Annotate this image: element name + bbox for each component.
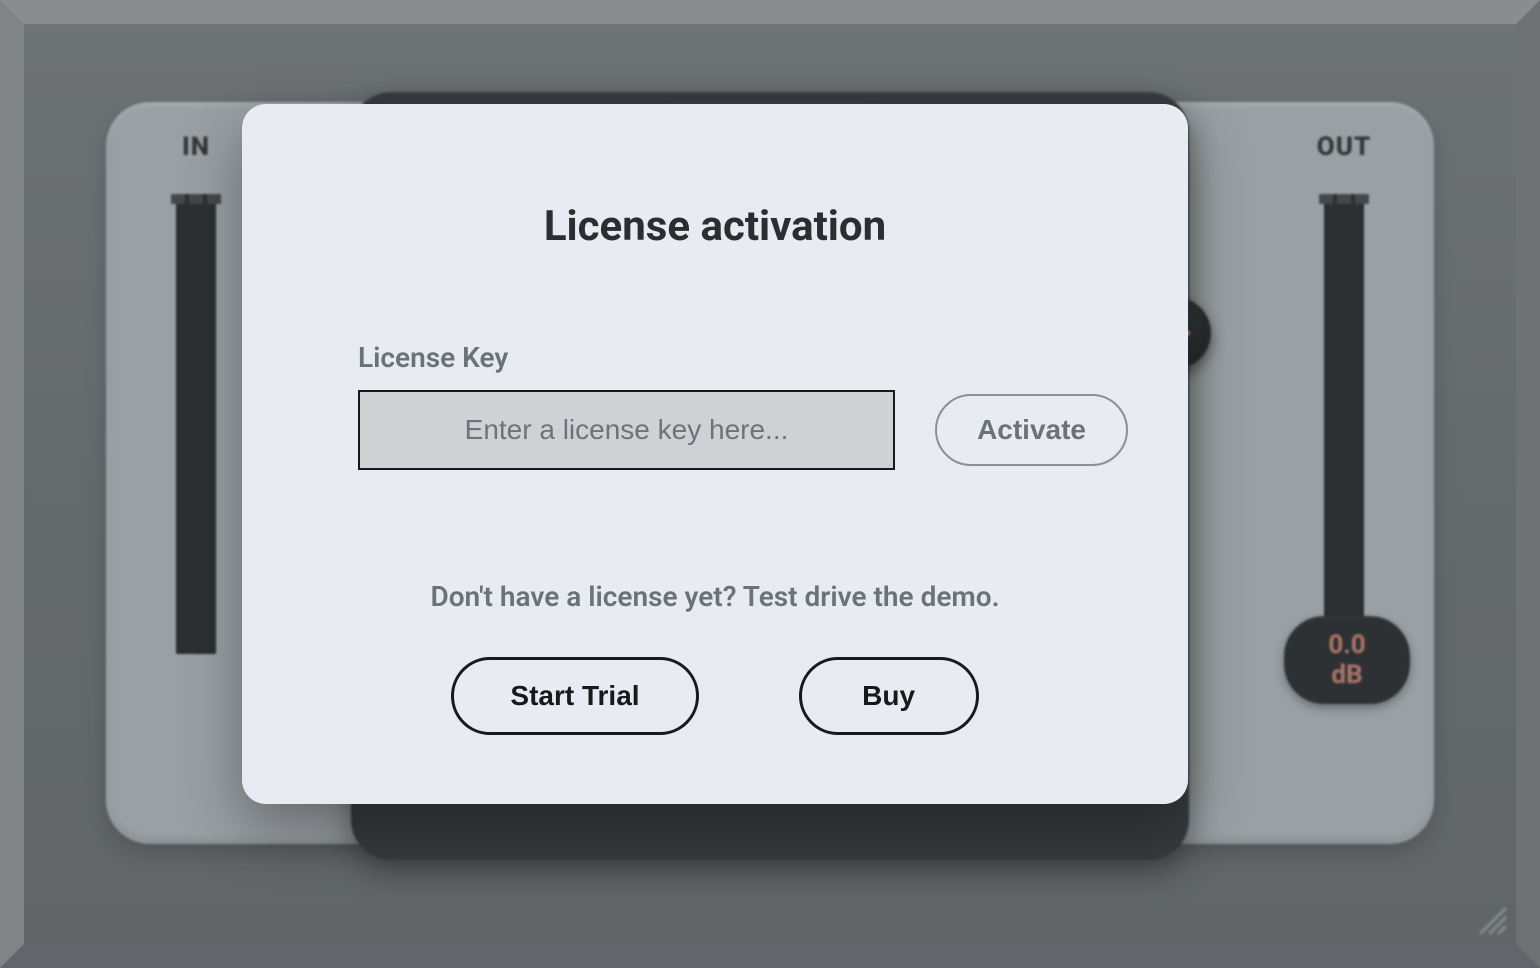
demo-prompt-text: Don't have a license yet? Test drive the… <box>302 580 1128 613</box>
license-activation-dialog: License activation License Key Activate … <box>242 104 1188 804</box>
license-key-input[interactable] <box>358 390 895 470</box>
license-key-label: License Key <box>358 341 1128 374</box>
window-frame: IN OUT 0.0 dB License activation License… <box>0 0 1540 968</box>
activate-button[interactable]: Activate <box>935 394 1128 466</box>
buy-button[interactable]: Buy <box>799 657 979 735</box>
dialog-title: License activation <box>302 202 1128 251</box>
start-trial-button[interactable]: Start Trial <box>451 657 698 735</box>
